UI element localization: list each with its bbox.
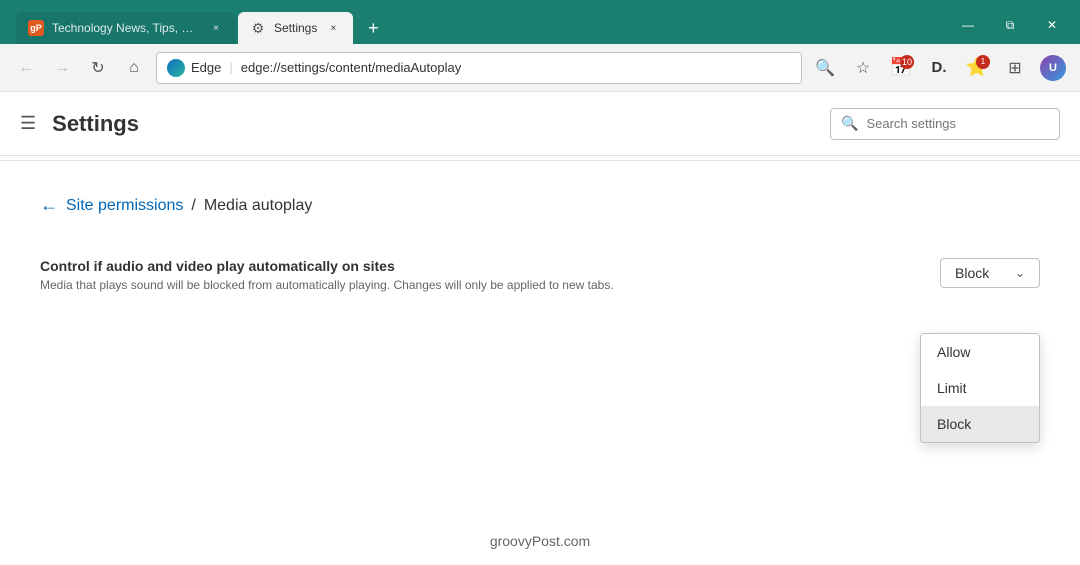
restore-button[interactable]: ⧉ [990, 10, 1030, 40]
tab-news-close[interactable]: × [208, 20, 224, 36]
dropdown-item-allow[interactable]: Allow [921, 334, 1039, 370]
collections-button[interactable]: ⊞ [1000, 53, 1030, 83]
breadcrumb: ← Site permissions / Media autoplay [40, 195, 1040, 216]
calendar-badge: 10 [900, 55, 914, 69]
new-tab-button[interactable]: + [359, 14, 387, 42]
dropdown-selected-value: Block [955, 265, 989, 281]
tab-settings[interactable]: ⚙ Settings × [238, 12, 353, 44]
back-button[interactable]: ← [12, 54, 40, 82]
permission-description: Media that plays sound will be blocked f… [40, 278, 940, 292]
close-button[interactable]: ✕ [1032, 10, 1072, 40]
avatar: U [1040, 55, 1066, 81]
permission-title: Control if audio and video play automati… [40, 258, 940, 274]
tab-settings-favicon: ⚙ [250, 20, 266, 36]
calendar-button[interactable]: 📅 10 [886, 53, 916, 83]
settings-body: ← Site permissions / Media autoplay Cont… [0, 165, 1080, 517]
address-url: edge://settings/content/mediaAutoplay [241, 60, 791, 75]
home-button[interactable]: ⌂ [120, 54, 148, 82]
collections-favorites-button[interactable]: ⭐ 1 [962, 53, 992, 83]
profile-button[interactable]: U [1038, 53, 1068, 83]
breadcrumb-back-arrow[interactable]: ← [40, 195, 58, 216]
address-separator: | [229, 60, 232, 75]
breadcrumb-parent-link[interactable]: Site permissions [66, 197, 183, 215]
tab-news-favicon-label: gP [30, 23, 42, 33]
permission-info: Control if audio and video play automati… [40, 258, 940, 292]
autoplay-dropdown-menu: Allow Limit Block [920, 333, 1040, 443]
minimize-button[interactable]: — [948, 10, 988, 40]
autoplay-dropdown-button[interactable]: Block ⌄ [940, 258, 1040, 288]
tab-news-favicon: gP [28, 20, 44, 36]
footer-text: groovyPost.com [490, 533, 590, 549]
dropdown-item-block[interactable]: Block [921, 406, 1039, 442]
dropdown-item-limit[interactable]: Limit [921, 370, 1039, 406]
tab-settings-title: Settings [274, 21, 317, 35]
dropdown-arrow-icon: ⌄ [1015, 266, 1025, 280]
dictionary-button[interactable]: D. [924, 53, 954, 83]
tab-settings-close[interactable]: × [325, 20, 341, 36]
edge-logo-icon [167, 59, 185, 77]
window-controls: — ⧉ ✕ [948, 10, 1072, 40]
settings-page: ☰ Settings 🔍 ← Site permissions / Media … [0, 92, 1080, 565]
permission-row: Control if audio and video play automati… [40, 246, 1040, 304]
tab-news-title: Technology News, Tips, Reviews, [52, 21, 200, 35]
search-settings-input[interactable] [866, 116, 1049, 131]
favorites-button[interactable]: ☆ [848, 53, 878, 83]
edge-logo-wrap: Edge [167, 59, 221, 77]
search-toolbar-button[interactable]: 🔍 [810, 53, 840, 83]
edge-label: Edge [191, 60, 221, 75]
tab-news[interactable]: gP Technology News, Tips, Reviews, × [16, 12, 236, 44]
forward-button[interactable]: → [48, 54, 76, 82]
refresh-button[interactable]: ↻ [84, 54, 112, 82]
breadcrumb-current-page: Media autoplay [204, 197, 313, 215]
address-bar[interactable]: Edge | edge://settings/content/mediaAuto… [156, 52, 802, 84]
collections-badge: 1 [976, 55, 990, 69]
address-bar-row: ← → ↻ ⌂ Edge | edge://settings/content/m… [0, 44, 1080, 92]
page-title: Settings [52, 111, 814, 137]
sidebar-toggle-button[interactable]: ☰ [20, 113, 36, 134]
header-separator [0, 160, 1080, 161]
breadcrumb-separator: / [191, 197, 195, 215]
settings-header: ☰ Settings 🔍 [0, 92, 1080, 156]
page-footer: groovyPost.com [0, 517, 1080, 565]
search-settings-icon: 🔍 [841, 115, 858, 132]
search-settings-box[interactable]: 🔍 [830, 108, 1060, 140]
